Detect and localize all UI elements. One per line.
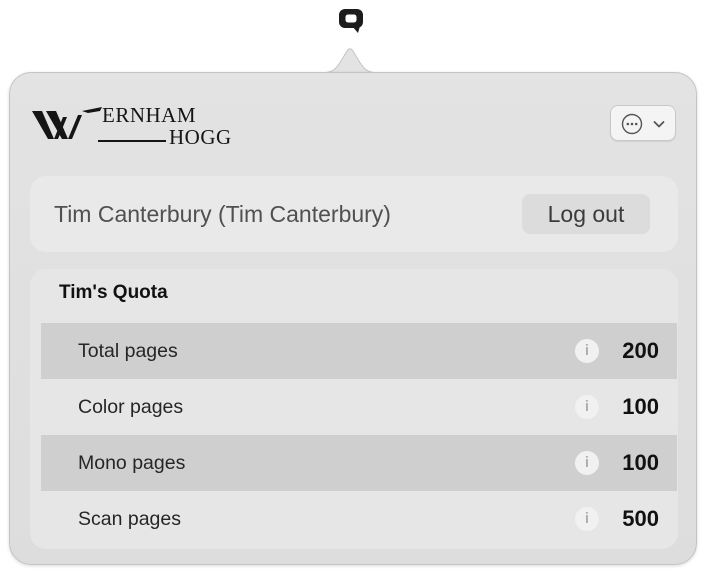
quota-label: Total pages — [78, 340, 178, 362]
q-icon — [339, 9, 363, 33]
quota-row-scan: Scan pages i 500 — [41, 491, 677, 547]
info-icon[interactable]: i — [575, 395, 599, 419]
menubar-q-icon[interactable] — [336, 6, 366, 36]
info-icon[interactable]: i — [575, 507, 599, 531]
info-icon[interactable]: i — [575, 339, 599, 363]
user-card: Tim Canterbury (Tim Canterbury) Log out — [30, 176, 678, 252]
quota-row-total: Total pages i 200 — [41, 323, 677, 379]
quota-card: Tim's Quota Total pages i 200 Color page… — [30, 269, 678, 549]
chevron-down-icon — [653, 121, 665, 128]
user-name: Tim Canterbury (Tim Canterbury) — [54, 201, 391, 227]
logo-mark-icon — [32, 107, 102, 139]
quota-popover: ERNHAM HOGG Tim Canterbury (Tim Canterbu… — [9, 72, 697, 565]
quota-value: 500 — [622, 506, 659, 531]
quota-value: 200 — [622, 338, 659, 363]
logout-button[interactable]: Log out — [522, 194, 650, 234]
logo-text-line2: HOGG — [169, 125, 232, 149]
quota-value: 100 — [622, 450, 659, 475]
company-logo: ERNHAM HOGG — [32, 101, 231, 149]
info-icon[interactable]: i — [575, 451, 599, 475]
quota-row-mono: Mono pages i 100 — [41, 435, 677, 491]
quota-label: Color pages — [78, 396, 184, 418]
quota-label: Mono pages — [78, 452, 186, 474]
popover-arrow — [319, 48, 381, 74]
quota-list: Total pages i 200 Color pages i 100 Mono… — [41, 323, 677, 547]
quota-label: Scan pages — [78, 508, 181, 530]
ellipsis-circle-icon — [621, 113, 643, 135]
quota-value: 100 — [622, 394, 659, 419]
quota-row-color: Color pages i 100 — [41, 379, 677, 435]
more-options-button[interactable] — [610, 105, 676, 141]
logo-rule — [98, 140, 166, 142]
quota-title: Tim's Quota — [59, 282, 168, 303]
